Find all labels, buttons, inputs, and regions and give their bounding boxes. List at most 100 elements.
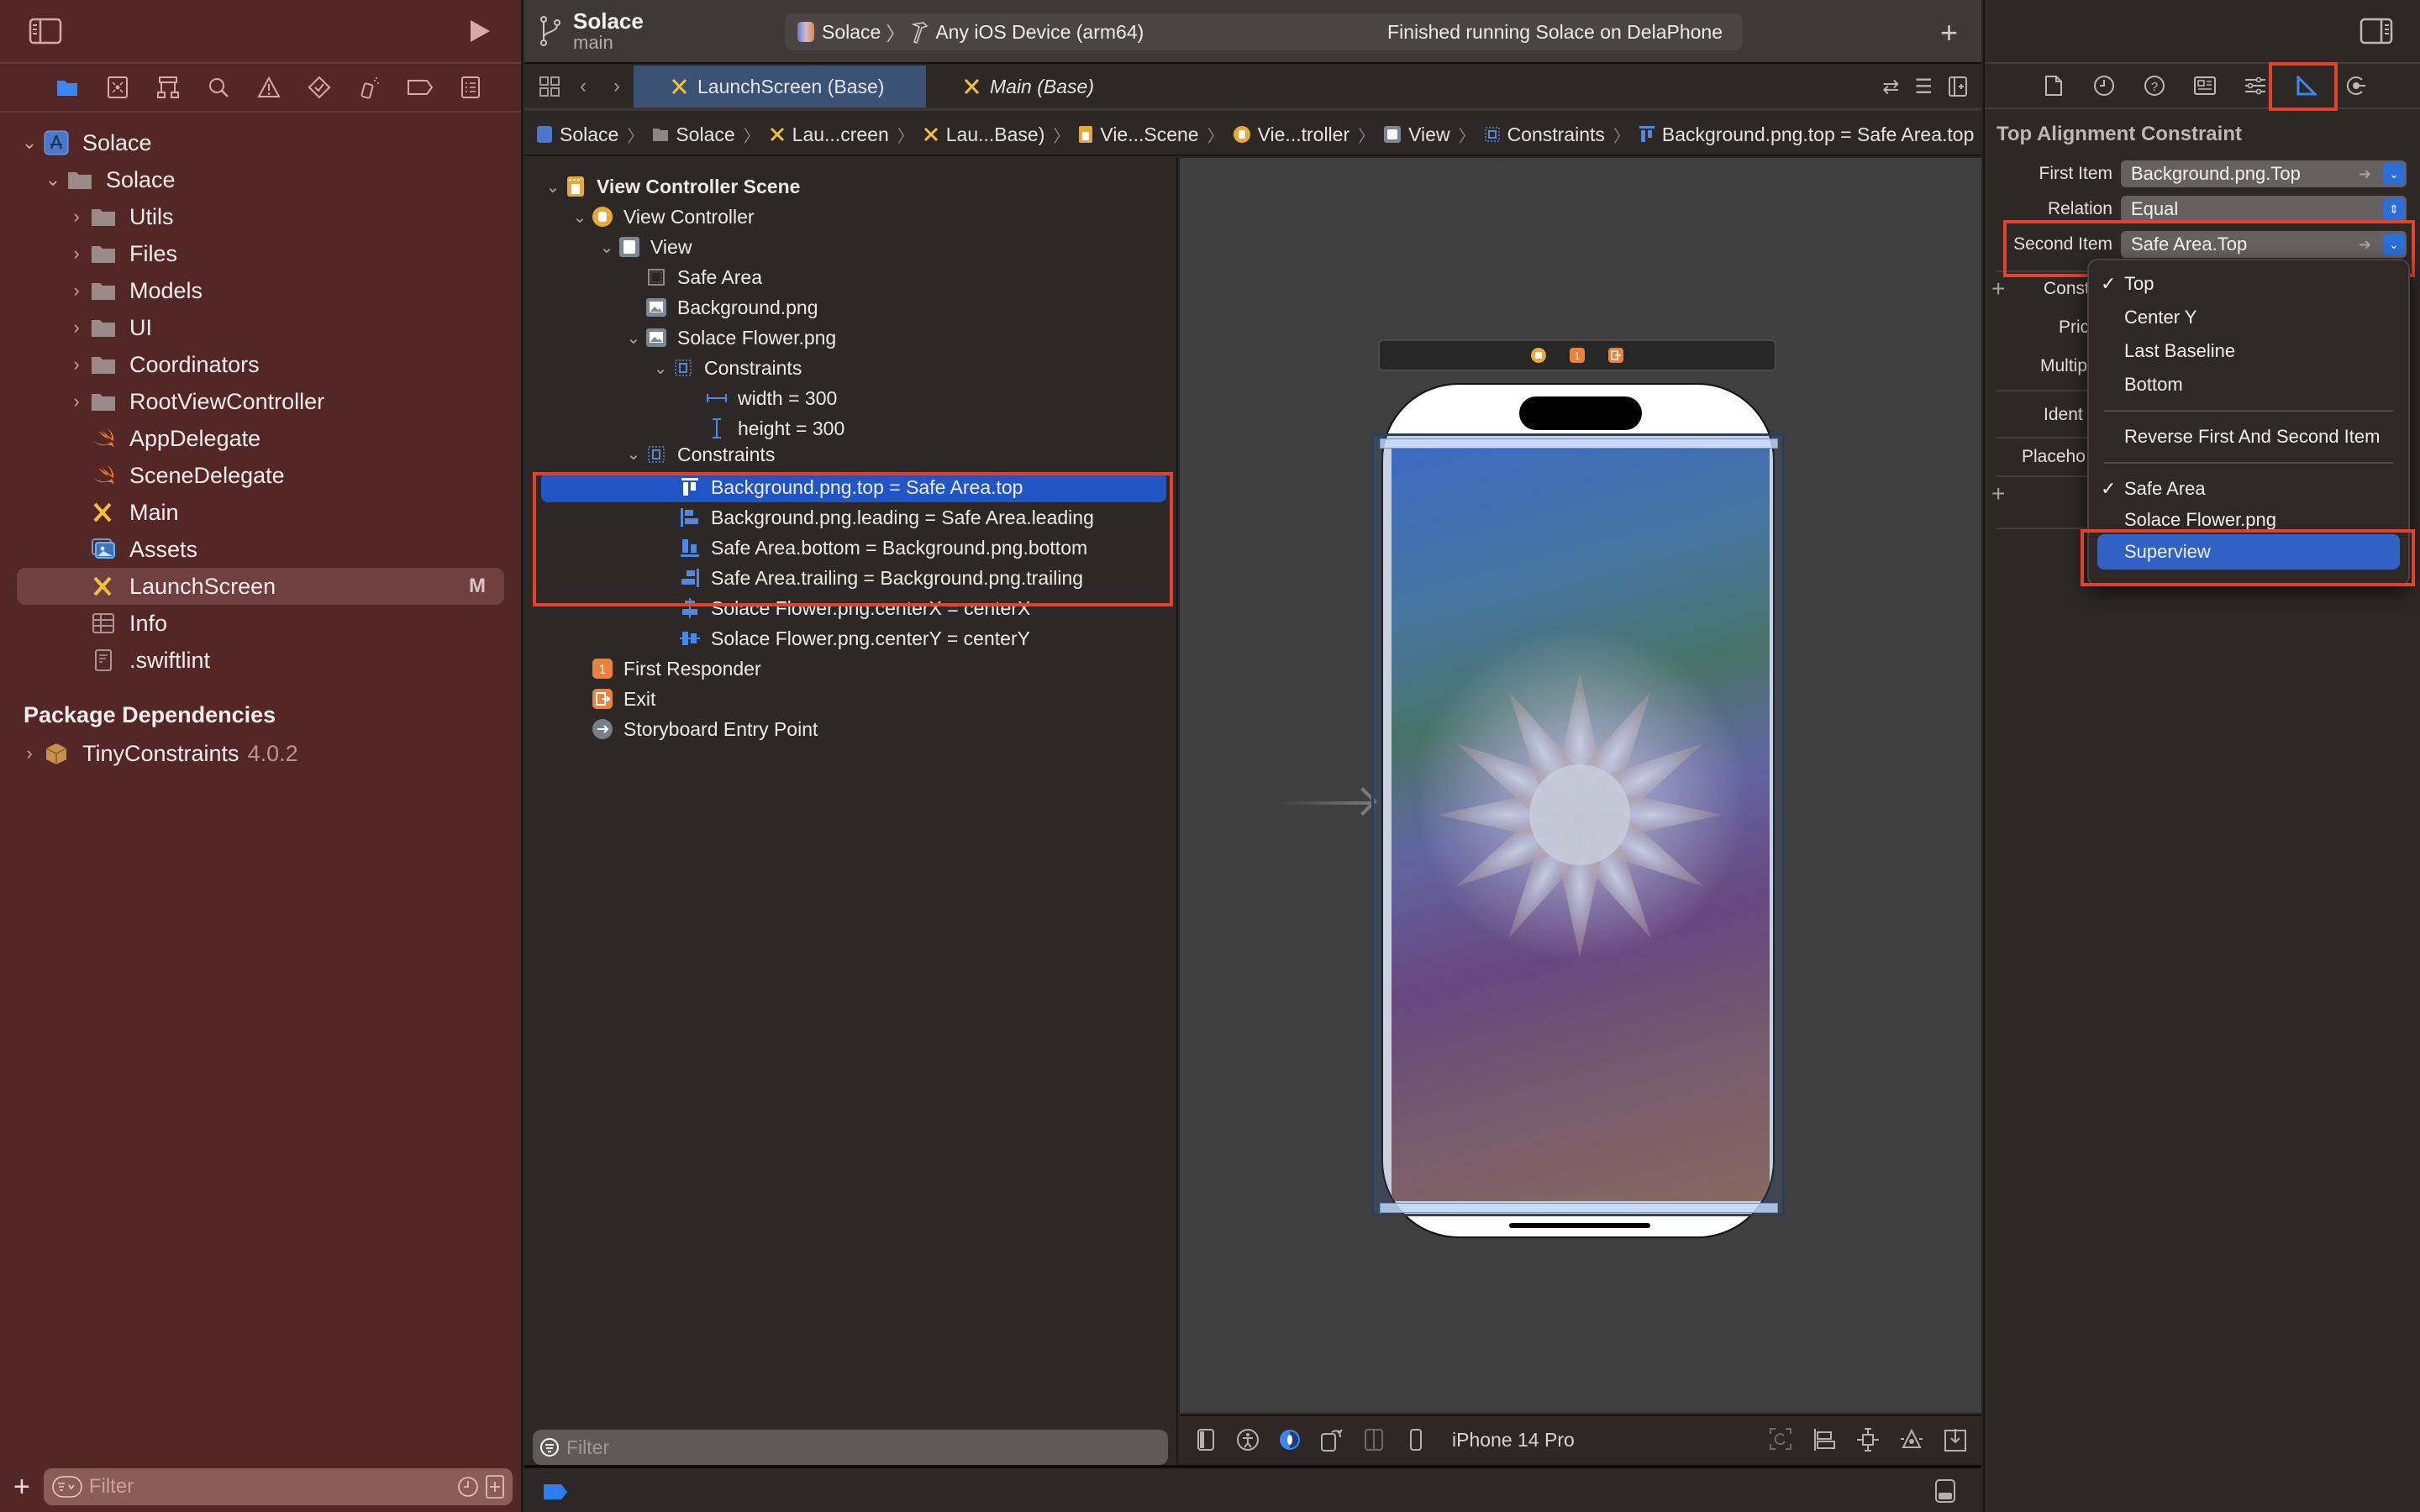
source-control-filter-icon[interactable] [486,1475,504,1499]
find-navigator-search-icon[interactable] [193,63,244,112]
split-view-icon[interactable] [1361,1428,1386,1452]
menu-item-top[interactable]: ✓ Top [2089,267,2408,301]
second-item-popup[interactable]: Safe Area.Top ➔ ⌄ [2121,231,2407,258]
chevron-down-icon[interactable]: ⌄ [2383,163,2405,185]
branch-indicator[interactable]: Solace main [524,9,776,53]
outline-item-image-view[interactable]: Background.png [524,292,1176,323]
tree-item-file[interactable]: .swiftlint [0,642,521,679]
run-button[interactable] [467,18,492,45]
code-review-arrows-icon[interactable]: ⇄ [1882,75,1899,99]
outline-item-entry-point[interactable]: Storyboard Entry Point [524,714,1176,744]
tree-item-folder[interactable]: › Files [0,235,521,272]
report-navigator-icon[interactable] [445,63,496,112]
destination-selector[interactable]: Any iOS Device (arm64) [935,21,1144,44]
debug-navigator-spray-icon[interactable] [345,63,395,112]
tree-item-file[interactable]: Assets [0,531,521,568]
menu-item-last-baseline[interactable]: Last Baseline [2089,334,2408,368]
breadcrumb-constraints[interactable]: Constraints [1484,123,1605,146]
outline-item-constraints[interactable]: ⌄ Constraints [524,444,1176,472]
disclosure-chevron-down-icon[interactable]: ⌄ [650,358,671,379]
quick-help-question-icon[interactable]: ? [2129,63,2180,108]
outline-item-constraint[interactable]: Solace Flower.png.centerY = centerY [524,623,1176,654]
breadcrumb-view[interactable]: View [1383,123,1450,146]
outline-item-constraint[interactable]: height = 300 [524,413,1176,444]
disclosure-chevron-down-icon[interactable]: ⌄ [42,169,64,191]
source-control-navigator-icon[interactable] [92,63,143,112]
update-frames-icon[interactable] [1768,1427,1793,1452]
filter-options-icon[interactable] [52,1476,82,1498]
toggle-inspector-icon[interactable] [2360,18,2393,45]
outline-item-scene[interactable]: ⌄ View Controller Scene [524,171,1176,202]
related-items-grid-icon[interactable] [533,66,566,108]
outline-item-exit[interactable]: Exit [524,684,1176,714]
scheme-selector[interactable]: Solace [822,21,881,44]
menu-item-reverse[interactable]: Reverse First And Second Item [2089,420,2408,454]
menu-item-solace-flower[interactable]: Solace Flower.png [2089,506,2408,534]
breadcrumb-view-controller[interactable]: Vie...troller [1233,123,1349,146]
breadcrumb-constraint[interactable]: Background.png.top = Safe Area.top [1639,123,1974,146]
tree-item-file[interactable]: Info [0,605,521,642]
disclosure-chevron-right-icon[interactable]: › [66,280,87,302]
identity-inspector-icon[interactable] [2180,63,2230,108]
tree-item-file[interactable]: AppDelegate [0,420,521,457]
outline-item-safe-area[interactable]: Safe Area [524,262,1176,292]
tab-main[interactable]: Main (Base) [926,66,1119,108]
outline-item-first-responder[interactable]: 1 First Responder [524,654,1176,684]
embed-in-icon[interactable] [1943,1427,1968,1452]
orientation-rotate-icon[interactable] [1319,1427,1344,1452]
menu-item-safe-area[interactable]: ✓ Safe Area [2089,472,2408,506]
forward-chevron-icon[interactable]: › [600,66,634,108]
tree-item-folder[interactable]: › Coordinators [0,346,521,383]
first-responder-icon[interactable]: 1 [1569,347,1586,364]
outline-item-constraint[interactable]: Safe Area.trailing = Background.png.trai… [524,563,1176,593]
outline-item-view-controller[interactable]: ⌄ View Controller [524,202,1176,232]
device-selector[interactable]: iPhone 14 Pro [1452,1429,1575,1452]
tree-item-folder[interactable]: › RootViewController [0,383,521,420]
outline-item-constraint[interactable]: Background.png.leading = Safe Area.leadi… [524,502,1176,533]
outline-item-constraint[interactable]: Safe Area.bottom = Background.png.bottom [524,533,1176,563]
outline-item-constraints[interactable]: ⌄ Constraints [524,353,1176,383]
toggle-navigator-icon[interactable] [29,18,62,45]
connections-inspector-icon[interactable] [2331,63,2381,108]
outline-item-constraint[interactable]: Solace Flower.png.centerX = centerX [524,593,1176,623]
disclosure-chevron-down-icon[interactable]: ⌄ [623,328,644,349]
appearance-toggle-icon[interactable] [1277,1428,1302,1452]
breadcrumb-project[interactable]: Solace [536,123,618,146]
tree-item-folder[interactable]: › Utils [0,198,521,235]
toggle-debug-area-icon[interactable] [1934,1478,1956,1504]
breadcrumb-localization[interactable]: Lau...Base) [923,123,1044,146]
file-inspector-icon[interactable] [2028,63,2079,108]
disclosure-chevron-down-icon[interactable]: ⌄ [623,444,644,465]
outline-filter-field[interactable]: Filter [533,1430,1168,1465]
view-controller-icon[interactable] [1530,347,1547,364]
breakpoints-toggle-icon[interactable] [543,1483,568,1500]
tree-item-folder[interactable]: › UI [0,309,521,346]
tree-item-file-selected[interactable]: LaunchScreen M [17,568,504,605]
add-variation-plus-icon[interactable]: + [1991,276,2005,302]
chevron-down-icon[interactable]: ⌄ [2383,234,2405,255]
device-iphone-icon[interactable] [1403,1428,1428,1452]
disclosure-chevron-right-icon[interactable]: › [66,354,87,375]
disclosure-chevron-down-icon[interactable]: ⌄ [18,132,40,154]
outline-item-view[interactable]: ⌄ View [524,232,1176,262]
menu-item-center-y[interactable]: Center Y [2089,301,2408,334]
exit-icon[interactable] [1607,347,1624,364]
issue-navigator-warning-icon[interactable] [244,63,294,112]
disclosure-chevron-right-icon[interactable]: › [66,317,87,339]
disclosure-chevron-right-icon[interactable]: › [66,243,87,265]
navigator-filter-field[interactable]: Filter [43,1468,513,1505]
editor-options-lines-icon[interactable]: ☰ [1914,75,1933,99]
align-icon[interactable] [1812,1427,1837,1452]
recent-files-clock-icon[interactable] [457,1476,479,1498]
disclosure-chevron-down-icon[interactable]: ⌄ [597,237,617,258]
updown-chevron-icon[interactable]: ⇕ [2383,198,2405,220]
test-navigator-icon[interactable] [294,63,345,112]
disclosure-chevron-right-icon[interactable]: › [18,743,40,764]
outline-item-image-view[interactable]: ⌄ Solace Flower.png [524,323,1176,353]
add-file-plus-icon[interactable]: + [8,1471,35,1504]
breadcrumb-scene[interactable]: Vie...Scene [1078,123,1199,146]
breakpoint-navigator-icon[interactable] [395,63,445,112]
solace-flower-image-view[interactable] [1420,655,1739,974]
document-outline-toggle-icon[interactable] [1193,1428,1218,1452]
symbol-navigator-icon[interactable] [143,63,193,112]
